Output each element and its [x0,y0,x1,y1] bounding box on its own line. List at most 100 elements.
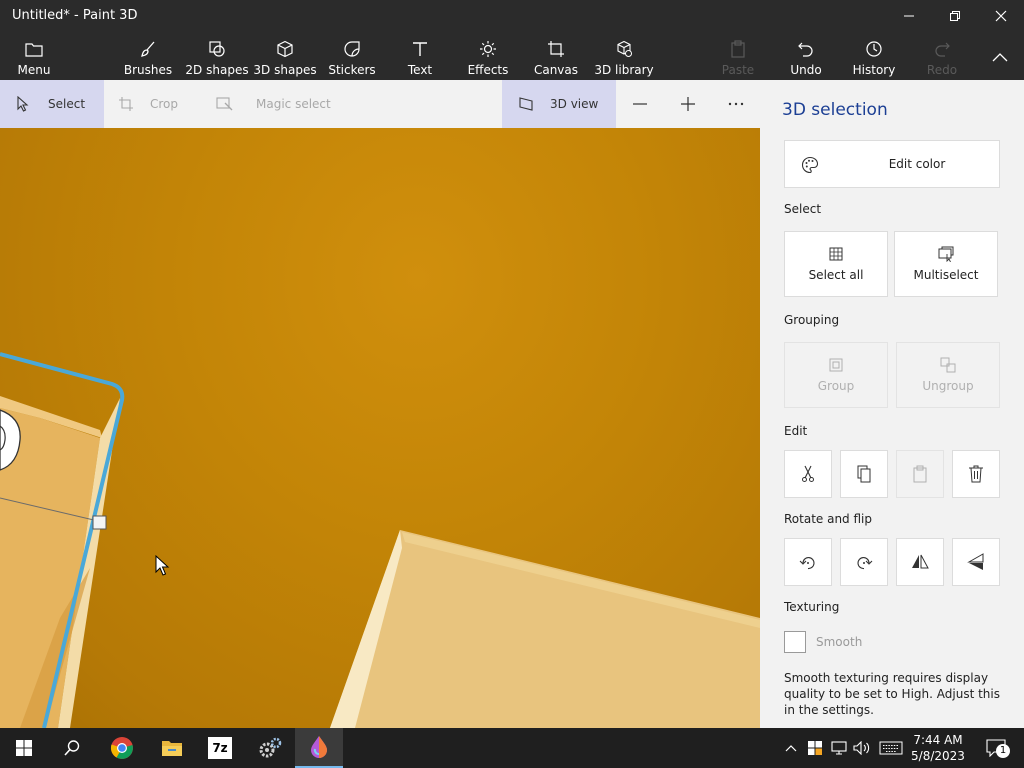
minimize-icon [904,15,914,17]
taskbar: 7z 7:44 AM 5/8/2023 1 [0,728,1024,768]
cube-icon [276,38,294,60]
touch-keyboard-button[interactable] [878,738,904,758]
zoom-in-button[interactable] [668,80,708,128]
crop-tool-label: Crop [150,97,179,111]
cut-button[interactable] [784,450,832,498]
brush-icon [139,38,157,60]
library-3d-button[interactable]: 3D library [594,32,654,80]
title-bar: Untitled* - Paint 3D [0,0,1024,32]
history-icon [865,38,883,60]
canvas-button[interactable]: Canvas [532,32,580,80]
selection-handle[interactable] [92,515,107,530]
clock-date: 5/8/2023 [911,749,965,763]
file-explorer-taskbar-button[interactable] [148,728,196,768]
shapes-2d-icon [208,38,226,60]
redo-button[interactable]: Redo [922,32,962,80]
show-hidden-icons-button[interactable] [782,738,800,758]
chrome-icon [110,737,133,759]
settings-app-taskbar-button[interactable] [246,728,294,768]
7zip-taskbar-button[interactable]: 7z [196,728,244,768]
edit-color-label: Edit color [888,157,946,171]
magic-select-button[interactable]: Magic select [216,80,366,128]
search-button[interactable] [48,728,96,768]
copy-button[interactable] [840,450,888,498]
undo-icon [797,38,815,60]
select-all-label: Select all [808,268,864,282]
shapes-2d-button[interactable]: 2D shapes [185,32,249,80]
restore-icon [950,11,960,21]
chrome-taskbar-button[interactable] [98,728,146,768]
undo-label: Undo [790,63,822,77]
minimize-button[interactable] [886,0,932,32]
flip-horizontal-button[interactable] [896,538,944,586]
text-button[interactable]: Text [396,32,444,80]
crop-icon [119,97,133,111]
copy-icon [857,465,871,483]
3d-selection-panel: 3D selection Edit color Select Select al… [760,80,1024,728]
paint-3d-taskbar-button[interactable] [295,728,343,768]
ungroup-label: Ungroup [922,379,974,393]
folder-icon [162,741,182,756]
ungroup-button[interactable]: Ungroup [896,342,1000,408]
flip-horizontal-icon [912,554,929,569]
collapse-ribbon-button[interactable] [980,32,1020,80]
windows-logo-icon [16,740,32,756]
restore-button[interactable] [932,0,978,32]
menu-button[interactable]: Menu [10,32,58,80]
network-button[interactable] [830,738,848,758]
speaker-icon [853,741,870,755]
shapes-3d-button[interactable]: 3D shapes [253,32,317,80]
flip-vertical-button[interactable] [952,538,1000,586]
close-icon [995,10,1007,22]
select-tool-button[interactable]: Select [0,80,104,128]
volume-button[interactable] [852,738,872,758]
history-button[interactable]: History [850,32,898,80]
grouping-heading: Grouping [784,313,840,327]
stickers-button[interactable]: Stickers [326,32,378,80]
scene-3d [0,352,760,728]
delete-button[interactable] [952,450,1000,498]
edit-heading: Edit [784,424,808,438]
sun-icon [479,38,497,60]
smooth-checkbox[interactable] [784,631,806,653]
redo-label: Redo [926,63,958,77]
select-all-button[interactable]: Select all [784,231,888,297]
close-button[interactable] [978,0,1024,32]
crop-tool-button[interactable]: Crop [118,80,208,128]
shapes-2d-label: 2D shapes [185,63,249,77]
start-button[interactable] [0,728,48,768]
search-icon [64,740,80,756]
brushes-button[interactable]: Brushes [122,32,174,80]
canvas-label: Canvas [533,63,579,77]
multiselect-button[interactable]: Multiselect [894,231,998,297]
paste-selection-button[interactable] [896,450,944,498]
effects-button[interactable]: Effects [464,32,512,80]
tray-app-icon [808,741,822,755]
group-button[interactable]: Group [784,342,888,408]
paste-button[interactable]: Paste [716,32,760,80]
select-tool-label: Select [48,97,86,111]
scissors-icon [802,465,814,482]
rotate-left-button[interactable] [784,538,832,586]
effects-label: Effects [467,63,509,77]
action-center-button[interactable]: 1 [982,738,1010,758]
gears-icon [259,737,282,758]
brushes-label: Brushes [123,63,173,77]
mouse-cursor [155,554,170,576]
chevron-up-icon [992,46,1008,68]
drawing-canvas[interactable] [0,128,760,728]
tray-app-button[interactable] [806,738,824,758]
edit-color-button[interactable]: Edit color [784,140,1000,188]
zoom-out-button[interactable] [620,80,660,128]
shapes-3d-label: 3D shapes [253,63,317,77]
rotate-flip-heading: Rotate and flip [784,512,873,526]
rotate-left-icon [799,557,815,570]
tool-strip: Select Crop Magic select 3D view [0,80,760,128]
rotate-right-button[interactable] [840,538,888,586]
undo-button[interactable]: Undo [784,32,828,80]
group-label: Group [817,379,855,393]
more-options-button[interactable] [716,80,756,128]
multiselect-label: Multiselect [913,268,979,282]
3d-view-button[interactable]: 3D view [502,80,616,128]
taskbar-clock[interactable]: 7:44 AM 5/8/2023 [910,732,966,764]
